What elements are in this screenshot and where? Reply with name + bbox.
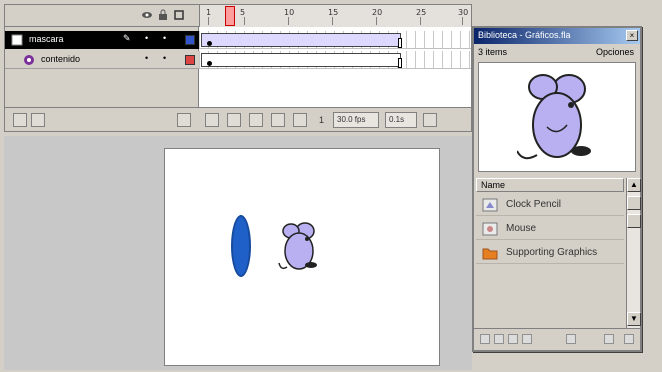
ruler-label: 15: [328, 8, 339, 17]
library-info: 3 items Opciones: [474, 46, 640, 60]
visibility-dot-icon[interactable]: •: [145, 33, 148, 43]
library-item-count: 3 items: [478, 47, 508, 57]
scroll-up-button[interactable]: ▲: [627, 178, 641, 192]
library-item-label: Mouse: [506, 223, 537, 234]
new-folder-icon[interactable]: [494, 334, 504, 344]
playhead[interactable]: [225, 6, 235, 26]
library-column-header[interactable]: Name: [476, 178, 624, 192]
onion-skin-button[interactable]: [227, 113, 241, 127]
ruler-label: 30: [458, 8, 469, 17]
frame-span[interactable]: [201, 53, 402, 68]
timeline-footer: 1 30.0 fps 0.1s: [5, 107, 471, 131]
ruler-label: 25: [416, 8, 427, 17]
mouse-graphic[interactable]: [277, 217, 325, 273]
scroll-left-button[interactable]: [423, 113, 437, 127]
resize-grip-icon[interactable]: [624, 334, 634, 344]
end-frame-marker[interactable]: [398, 58, 402, 68]
frame-row[interactable]: [199, 51, 471, 69]
ruler-label: 1: [206, 8, 212, 17]
library-options-menu[interactable]: Opciones: [596, 47, 634, 57]
pencil-icon: ✎: [123, 33, 131, 43]
keyframe[interactable]: [207, 41, 212, 46]
eye-icon[interactable]: [141, 9, 153, 21]
masked-layer-icon: [24, 55, 34, 65]
ruler-label: 20: [372, 8, 383, 17]
graphic-icon: [482, 198, 498, 212]
wide-state-button[interactable]: [627, 196, 641, 210]
add-guide-button[interactable]: [31, 113, 45, 127]
scroll-right-icon[interactable]: [604, 334, 614, 344]
keyframe[interactable]: [207, 61, 212, 66]
elapsed-time-field: 0.1s: [385, 112, 417, 128]
frame-ruler[interactable]: 1 5 10 15 20 25 30: [199, 5, 471, 27]
library-list: Clock Pencil Mouse Supporting Graphics: [476, 194, 624, 320]
layer-name: mascara: [29, 34, 64, 44]
visibility-dot-icon[interactable]: •: [145, 53, 148, 63]
library-item[interactable]: Clock Pencil: [476, 194, 624, 216]
scroll-left-icon[interactable]: [566, 334, 576, 344]
folder-icon: [482, 248, 498, 260]
center-frame-button[interactable]: [205, 113, 219, 127]
library-scrollbar[interactable]: ▲ ▼: [626, 178, 641, 328]
stage-area: [4, 136, 472, 370]
lock-dot-icon[interactable]: •: [163, 33, 166, 43]
frame-grid[interactable]: [199, 27, 471, 107]
outline-color-box[interactable]: [185, 55, 195, 65]
library-item-label: Supporting Graphics: [506, 247, 598, 258]
library-panel: Biblioteca - Gráficos.fla × 3 items Opci…: [472, 26, 642, 352]
onion-outline-button[interactable]: [249, 113, 263, 127]
frame-span[interactable]: [201, 33, 402, 48]
ruler-label: 10: [284, 8, 295, 17]
library-item[interactable]: Mouse: [476, 218, 624, 240]
library-preview: [478, 62, 636, 172]
library-item[interactable]: Supporting Graphics: [476, 242, 624, 264]
library-bottom-bar: [474, 328, 640, 350]
onion-markers-button[interactable]: [293, 113, 307, 127]
frame-rate-field[interactable]: 30.0 fps: [333, 112, 379, 128]
library-titlebar[interactable]: Biblioteca - Gráficos.fla ×: [474, 28, 640, 44]
ruler-label: 5: [240, 8, 246, 17]
edit-multiple-button[interactable]: [271, 113, 285, 127]
properties-icon[interactable]: [508, 334, 518, 344]
stage[interactable]: [164, 148, 440, 366]
mouse-preview: [517, 74, 591, 160]
close-button[interactable]: ×: [626, 30, 638, 41]
lock-dot-icon[interactable]: •: [163, 53, 166, 63]
library-item-label: Clock Pencil: [506, 199, 562, 210]
frame-row[interactable]: [199, 31, 471, 49]
layer-list: mascara ✎ • • contenido • •: [5, 27, 199, 107]
new-symbol-icon[interactable]: [480, 334, 490, 344]
insert-layer-button[interactable]: [13, 113, 27, 127]
delete-icon[interactable]: [522, 334, 532, 344]
layer-name: contenido: [41, 54, 81, 64]
scroll-down-button[interactable]: ▼: [627, 312, 641, 326]
outline-color-box[interactable]: [185, 35, 195, 45]
narrow-state-button[interactable]: [627, 214, 641, 228]
graphic-icon: [482, 222, 498, 236]
layer-row-mascara[interactable]: mascara ✎ • •: [5, 31, 199, 49]
lock-icon[interactable]: [157, 9, 169, 21]
outline-icon[interactable]: [173, 9, 185, 21]
layer-row-contenido[interactable]: contenido • •: [5, 51, 199, 69]
oval-mask-shape[interactable]: [231, 215, 251, 277]
end-frame-marker[interactable]: [398, 38, 402, 48]
mask-layer-icon: [11, 34, 23, 46]
library-title: Biblioteca - Gráficos.fla: [478, 30, 571, 40]
delete-layer-button[interactable]: [177, 113, 191, 127]
flash-workspace: 1 5 10 15 20 25 30 mascara ✎ • • conteni…: [0, 0, 662, 372]
timeline-panel: 1 5 10 15 20 25 30 mascara ✎ • • conteni…: [4, 4, 472, 132]
timeline-header: 1 5 10 15 20 25 30: [5, 5, 471, 27]
current-frame: 1: [319, 115, 325, 125]
